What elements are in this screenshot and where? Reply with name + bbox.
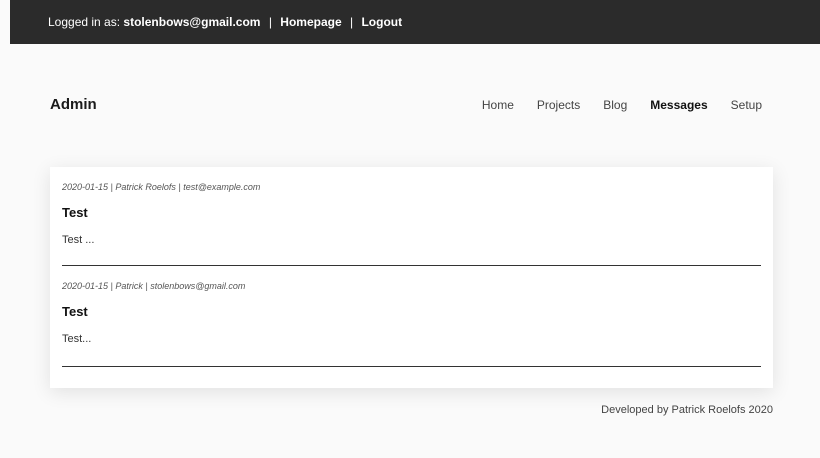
messages-card: 2020-01-15 | Patrick Roelofs | test@exam…: [50, 167, 773, 388]
footer-credit: Developed by Patrick Roelofs 2020: [601, 404, 773, 416]
message-subject: Test: [62, 205, 88, 220]
message-meta: 2020-01-15 | Patrick Roelofs | test@exam…: [62, 182, 261, 192]
message-item: 2020-01-15 | Patrick Roelofs | test@exam…: [62, 167, 761, 266]
separator: |: [349, 15, 354, 29]
top-bar: Logged in as: stolenbows@gmail.com | Hom…: [10, 0, 820, 44]
nav-messages[interactable]: Messages: [650, 98, 707, 112]
nav-setup[interactable]: Setup: [731, 98, 762, 112]
message-body: Test...: [62, 333, 92, 345]
message-item: 2020-01-15 | Patrick | stolenbows@gmail.…: [62, 266, 761, 367]
logout-link[interactable]: Logout: [361, 15, 402, 29]
page: Logged in as: stolenbows@gmail.com | Hom…: [0, 0, 820, 458]
nav-home[interactable]: Home: [482, 98, 514, 112]
message-subject: Test: [62, 304, 88, 319]
message-body: Test ...: [62, 234, 95, 246]
user-email: stolenbows@gmail.com: [123, 15, 261, 29]
main-nav: Home Projects Blog Messages Setup: [482, 98, 762, 112]
separator: |: [268, 15, 272, 29]
logged-in-label: Logged in as:: [48, 15, 121, 29]
nav-projects[interactable]: Projects: [537, 98, 580, 112]
nav-blog[interactable]: Blog: [603, 98, 627, 112]
homepage-link[interactable]: Homepage: [280, 15, 341, 29]
message-meta: 2020-01-15 | Patrick | stolenbows@gmail.…: [62, 281, 246, 291]
brand-title: Admin: [50, 96, 97, 113]
